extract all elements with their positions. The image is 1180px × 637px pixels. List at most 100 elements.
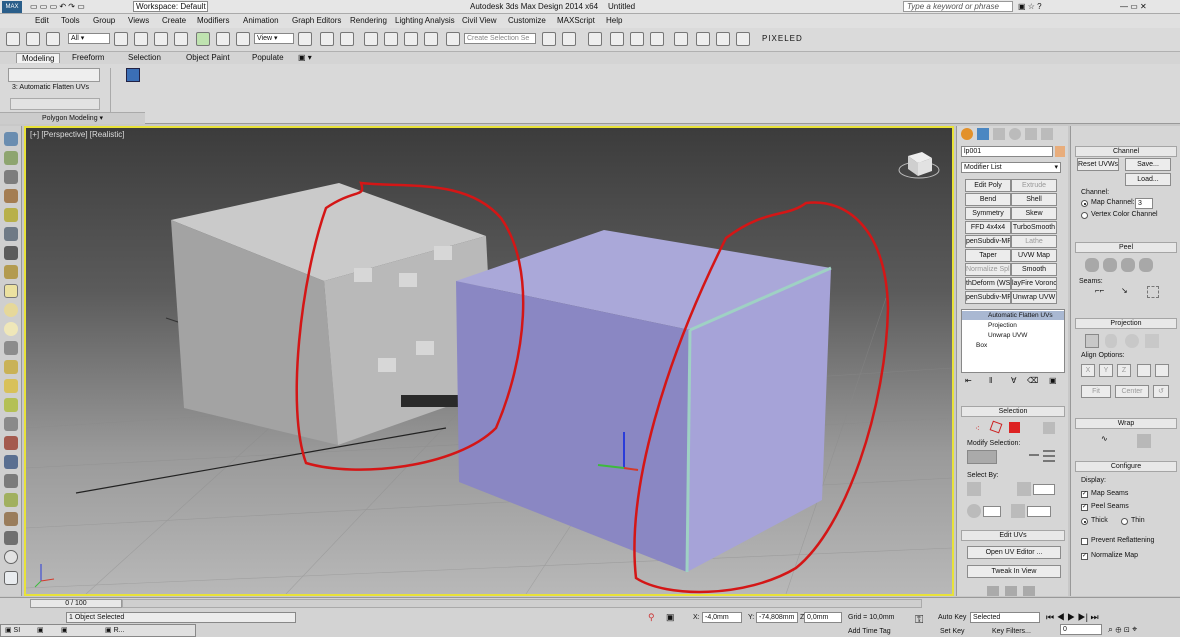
menu-lighting-analysis[interactable]: Lighting Analysis: [395, 16, 455, 25]
modifier-list-dropdown[interactable]: Modifier List ▾: [961, 162, 1061, 173]
uv-unwrapped-box-object[interactable]: [456, 230, 832, 573]
stack-nav-icons[interactable]: [10, 98, 100, 110]
particles-tool-icon[interactable]: [4, 436, 18, 450]
torus-tool-icon[interactable]: [4, 341, 18, 355]
layer-tool-icon[interactable]: [4, 151, 18, 165]
taskbar-item-1[interactable]: ▣ SI: [5, 626, 20, 634]
light-tool-icon[interactable]: [4, 208, 18, 222]
key-filters-button[interactable]: Key Filters...: [992, 628, 1031, 635]
menu-graph-editors[interactable]: Graph Editors: [292, 16, 341, 25]
menu-help[interactable]: Help: [606, 16, 622, 25]
select-by-icons[interactable]: [967, 482, 1057, 522]
taskbar-item-3[interactable]: ▣: [61, 626, 68, 634]
modifier-bend-button[interactable]: Bend: [965, 193, 1011, 206]
tab-populate[interactable]: Populate: [252, 53, 284, 62]
modifier-rayfire-voronoi-button[interactable]: layFire Voronc: [1011, 277, 1057, 290]
viewport-tool-icon[interactable]: [4, 132, 18, 146]
modifier-ffd-button[interactable]: FFD 4x4x4: [965, 221, 1011, 234]
camera-tool-icon[interactable]: [4, 227, 18, 241]
peel-icons[interactable]: [1085, 258, 1165, 272]
align-z-button[interactable]: Z: [1117, 364, 1131, 377]
systems-tool-icon[interactable]: [4, 531, 18, 545]
move-icon[interactable]: [196, 32, 210, 46]
add-time-tag[interactable]: Add Time Tag: [848, 628, 891, 635]
reference-coord-dropdown[interactable]: View ▾: [254, 33, 294, 44]
motion-tab-icon[interactable]: [1009, 128, 1021, 140]
stack-item-box[interactable]: Box: [962, 341, 987, 350]
modifier-turbosmooth-button[interactable]: TurboSmooth: [1011, 221, 1057, 234]
perspective-viewport[interactable]: [+] [Perspective] [Realistic]: [24, 126, 954, 596]
auto-key-button[interactable]: Auto Key: [938, 614, 966, 621]
stack-item-automatic-flatten[interactable]: Automatic Flatten UVs: [962, 311, 1064, 320]
vertex-color-radio[interactable]: [1081, 212, 1088, 219]
percent-snap-icon[interactable]: [404, 32, 418, 46]
app-logo-icon[interactable]: MAX: [2, 1, 22, 13]
scene-tool-icon[interactable]: [4, 170, 18, 184]
peel-seams-checkbox[interactable]: ✓: [1081, 504, 1088, 511]
align-normal-button[interactable]: [1137, 364, 1151, 377]
rendered-frame-icon[interactable]: [716, 32, 730, 46]
menu-views[interactable]: Views: [128, 16, 149, 25]
menu-civil-view[interactable]: Civil View: [462, 16, 497, 25]
named-selection-sets-input[interactable]: Create Selection Se: [464, 33, 536, 44]
y-coordinate-field[interactable]: -74,808mm: [756, 612, 798, 623]
menu-rendering[interactable]: Rendering: [350, 16, 387, 25]
material-editor-icon[interactable]: [674, 32, 688, 46]
render-setup-icon[interactable]: [696, 32, 710, 46]
tab-object-paint[interactable]: Object Paint: [186, 53, 230, 62]
taskbar-item-4[interactable]: ▣ R...: [105, 626, 124, 634]
tab-modeling[interactable]: Modeling: [16, 53, 61, 63]
stack-item-unwrap-uvw[interactable]: Unwrap UVW: [962, 331, 1027, 340]
menu-group[interactable]: Group: [93, 16, 115, 25]
modifier-pathdeform-button[interactable]: thDeform (WSI: [965, 277, 1011, 290]
hierarchy-tab-icon[interactable]: [993, 128, 1005, 140]
tweak-in-view-button[interactable]: Tweak In View: [967, 565, 1061, 578]
scale-icon[interactable]: [236, 32, 250, 46]
reset-uvws-button[interactable]: Reset UVWs: [1077, 158, 1119, 171]
timeline-track[interactable]: [122, 599, 922, 608]
projection-icons[interactable]: [1085, 334, 1169, 348]
modifier-extrude-button[interactable]: Extrude: [1011, 179, 1057, 192]
search-input[interactable]: Type a keyword or phrase: [903, 1, 1013, 12]
biped-tool-icon[interactable]: [4, 512, 18, 526]
geosphere-tool-icon[interactable]: [4, 322, 18, 336]
select-object-icon[interactable]: [114, 32, 128, 46]
pyramid-tool-icon[interactable]: [4, 398, 18, 412]
orbit-tool-icon[interactable]: [4, 550, 18, 564]
modifier-taper-button[interactable]: Taper: [965, 249, 1011, 262]
edit-named-sets-icon[interactable]: [446, 32, 460, 46]
display-tab-icon[interactable]: [1025, 128, 1037, 140]
modifier-skew-button[interactable]: Skew: [1011, 207, 1057, 220]
menu-edit[interactable]: Edit: [35, 16, 49, 25]
curve-editor-icon[interactable]: [630, 32, 644, 46]
key-icon[interactable]: ⚿: [915, 614, 923, 627]
tube-tool-icon[interactable]: [4, 417, 18, 431]
object-color-swatch[interactable]: [1055, 146, 1065, 157]
modifier-smooth-button[interactable]: Smooth: [1011, 263, 1057, 276]
workspace-dropdown[interactable]: Workspace: Default: [133, 1, 208, 12]
mirror-icon[interactable]: [542, 32, 556, 46]
foliage-tool-icon[interactable]: [4, 493, 18, 507]
map-channel-spinner[interactable]: 3: [1135, 198, 1153, 209]
create-tab-icon[interactable]: [961, 128, 973, 140]
region-select-icon[interactable]: [154, 32, 168, 46]
keyboard-shortcut-icon[interactable]: [340, 32, 354, 46]
layer-manager-icon[interactable]: [588, 32, 602, 46]
align-y-button[interactable]: Y: [1099, 364, 1113, 377]
modifier-symmetry-button[interactable]: Symmetry: [965, 207, 1011, 220]
teapot-tool-icon[interactable]: [4, 379, 18, 393]
align-view-button[interactable]: [1155, 364, 1169, 377]
rotate-icon[interactable]: [216, 32, 230, 46]
menu-create[interactable]: Create: [162, 16, 186, 25]
render-production-icon[interactable]: [736, 32, 750, 46]
thick-radio[interactable]: [1081, 518, 1088, 525]
cone-tool-icon[interactable]: [4, 360, 18, 374]
modifier-opensubdiv-button[interactable]: penSubdiv-MP: [965, 235, 1011, 248]
modifier-normalize-spline-button[interactable]: Normalize Spl.: [965, 263, 1011, 276]
align-icon[interactable]: [562, 32, 576, 46]
playback-controls[interactable]: ⏮ ◀ ▶ ▶| ⏭: [1046, 612, 1099, 623]
wrap-icons[interactable]: ∿: [1101, 434, 1161, 448]
ribbon-options-icon[interactable]: ▣ ▾: [298, 53, 312, 62]
undo-icon[interactable]: [6, 32, 20, 46]
helper-tool-icon[interactable]: [4, 246, 18, 260]
